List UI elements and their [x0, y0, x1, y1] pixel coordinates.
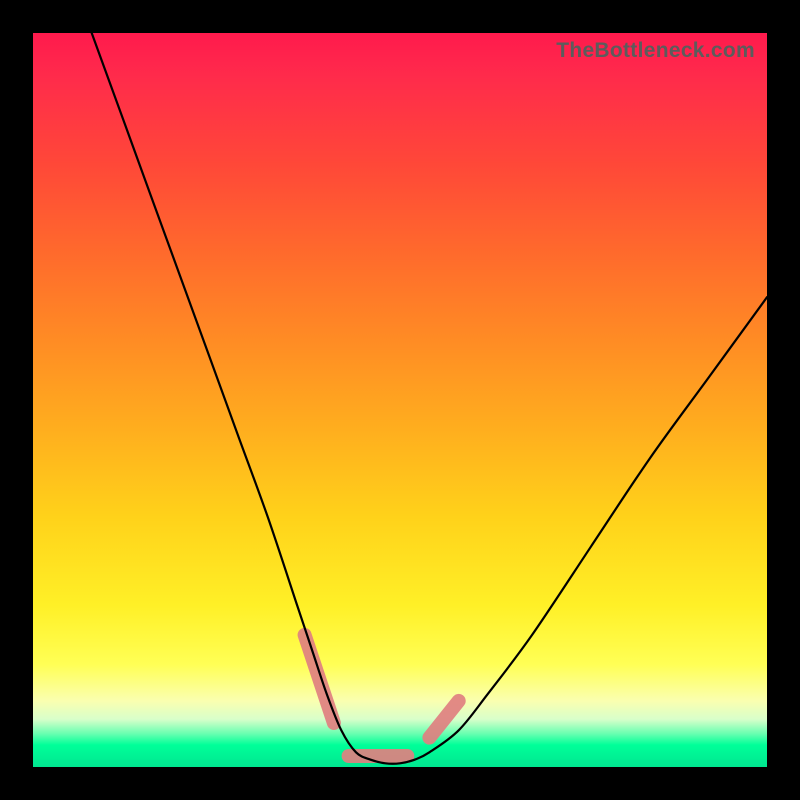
chart-svg	[33, 33, 767, 767]
highlight-right	[429, 701, 458, 738]
plot-area: TheBottleneck.com	[33, 33, 767, 767]
bottleneck-curve	[92, 33, 767, 764]
outer-frame: TheBottleneck.com	[0, 0, 800, 800]
highlight-left	[305, 635, 334, 723]
